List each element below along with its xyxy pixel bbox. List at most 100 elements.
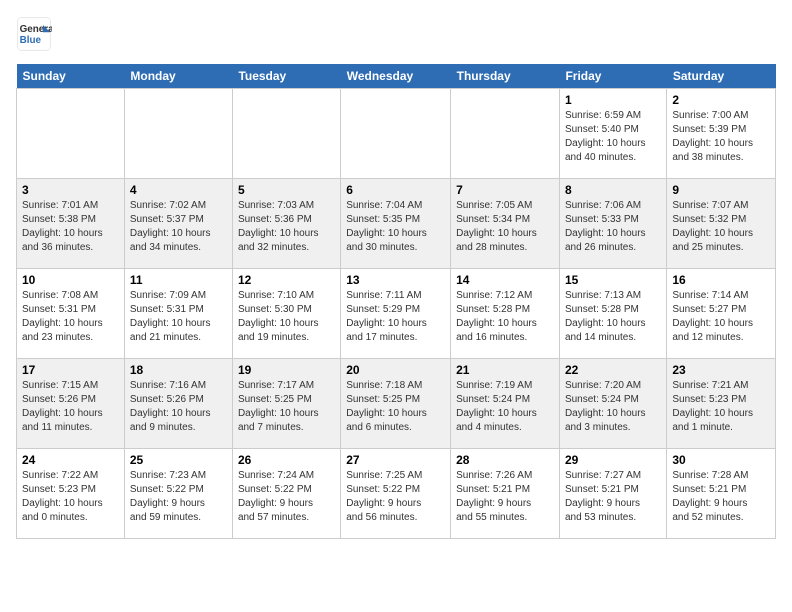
cell-info: Sunrise: 7:20 AM Sunset: 5:24 PM Dayligh… xyxy=(565,379,661,435)
calendar-cell: 23 Sunrise: 7:21 AM Sunset: 5:23 PM Dayli… xyxy=(667,359,776,449)
day-number: 20 xyxy=(346,363,445,377)
calendar-cell: 9 Sunrise: 7:07 AM Sunset: 5:32 PM Daylig… xyxy=(667,179,776,269)
calendar-cell: 27 Sunrise: 7:25 AM Sunset: 5:22 PM Dayli… xyxy=(341,449,451,539)
day-header-wednesday: Wednesday xyxy=(341,64,451,89)
cell-info: Sunrise: 7:04 AM Sunset: 5:35 PM Dayligh… xyxy=(346,199,445,255)
cell-info: Sunrise: 7:23 AM Sunset: 5:22 PM Dayligh… xyxy=(130,469,227,525)
day-number: 21 xyxy=(456,363,554,377)
cell-info: Sunrise: 7:10 AM Sunset: 5:30 PM Dayligh… xyxy=(238,289,335,345)
cell-info: Sunrise: 7:07 AM Sunset: 5:32 PM Dayligh… xyxy=(672,199,770,255)
cell-info: Sunrise: 7:25 AM Sunset: 5:22 PM Dayligh… xyxy=(346,469,445,525)
calendar-cell: 12 Sunrise: 7:10 AM Sunset: 5:30 PM Dayli… xyxy=(232,269,340,359)
cell-info: Sunrise: 7:27 AM Sunset: 5:21 PM Dayligh… xyxy=(565,469,661,525)
day-number: 29 xyxy=(565,453,661,467)
calendar-cell: 13 Sunrise: 7:11 AM Sunset: 5:29 PM Dayli… xyxy=(341,269,451,359)
calendar-cell: 1 Sunrise: 6:59 AM Sunset: 5:40 PM Daylig… xyxy=(559,89,666,179)
calendar-cell: 24 Sunrise: 7:22 AM Sunset: 5:23 PM Dayli… xyxy=(17,449,125,539)
calendar-cell xyxy=(451,89,560,179)
cell-info: Sunrise: 7:01 AM Sunset: 5:38 PM Dayligh… xyxy=(22,199,119,255)
calendar-cell: 14 Sunrise: 7:12 AM Sunset: 5:28 PM Dayli… xyxy=(451,269,560,359)
day-number: 9 xyxy=(672,183,770,197)
calendar-cell xyxy=(124,89,232,179)
cell-info: Sunrise: 7:24 AM Sunset: 5:22 PM Dayligh… xyxy=(238,469,335,525)
day-number: 12 xyxy=(238,273,335,287)
calendar-cell: 29 Sunrise: 7:27 AM Sunset: 5:21 PM Dayli… xyxy=(559,449,666,539)
cell-info: Sunrise: 7:17 AM Sunset: 5:25 PM Dayligh… xyxy=(238,379,335,435)
day-header-tuesday: Tuesday xyxy=(232,64,340,89)
calendar-cell: 16Sunrise: 7:14 AM Sunset: 5:27 PM Dayli… xyxy=(667,269,776,359)
day-number: 1 xyxy=(565,93,661,107)
day-number: 27 xyxy=(346,453,445,467)
day-number: 26 xyxy=(238,453,335,467)
calendar-cell: 19 Sunrise: 7:17 AM Sunset: 5:25 PM Dayli… xyxy=(232,359,340,449)
cell-info: Sunrise: 6:59 AM Sunset: 5:40 PM Dayligh… xyxy=(565,109,661,165)
calendar-cell xyxy=(17,89,125,179)
day-header-friday: Friday xyxy=(559,64,666,89)
day-number: 30 xyxy=(672,453,770,467)
calendar-cell xyxy=(232,89,340,179)
calendar-cell: 20 Sunrise: 7:18 AM Sunset: 5:25 PM Dayli… xyxy=(341,359,451,449)
calendar-cell: 3 Sunrise: 7:01 AM Sunset: 5:38 PM Daylig… xyxy=(17,179,125,269)
cell-info: Sunrise: 7:18 AM Sunset: 5:25 PM Dayligh… xyxy=(346,379,445,435)
calendar-cell: 22Sunrise: 7:20 AM Sunset: 5:24 PM Dayli… xyxy=(559,359,666,449)
day-header-sunday: Sunday xyxy=(17,64,125,89)
day-number: 4 xyxy=(130,183,227,197)
day-number: 11 xyxy=(130,273,227,287)
cell-info: Sunrise: 7:28 AM Sunset: 5:21 PM Dayligh… xyxy=(672,469,770,525)
day-number: 18 xyxy=(130,363,227,377)
day-number: 7 xyxy=(456,183,554,197)
day-number: 15 xyxy=(565,273,661,287)
calendar-cell: 6Sunrise: 7:04 AM Sunset: 5:35 PM Daylig… xyxy=(341,179,451,269)
cell-info: Sunrise: 7:09 AM Sunset: 5:31 PM Dayligh… xyxy=(130,289,227,345)
calendar-cell: 5 Sunrise: 7:03 AM Sunset: 5:36 PM Daylig… xyxy=(232,179,340,269)
day-header-thursday: Thursday xyxy=(451,64,560,89)
cell-info: Sunrise: 7:16 AM Sunset: 5:26 PM Dayligh… xyxy=(130,379,227,435)
cell-info: Sunrise: 7:14 AM Sunset: 5:27 PM Dayligh… xyxy=(672,289,770,345)
page-header: General Blue xyxy=(16,16,776,52)
calendar-cell: 2 Sunrise: 7:00 AM Sunset: 5:39 PM Daylig… xyxy=(667,89,776,179)
cell-info: Sunrise: 7:00 AM Sunset: 5:39 PM Dayligh… xyxy=(672,109,770,165)
day-number: 5 xyxy=(238,183,335,197)
calendar-cell: 7 Sunrise: 7:05 AM Sunset: 5:34 PM Daylig… xyxy=(451,179,560,269)
calendar-cell: 18 Sunrise: 7:16 AM Sunset: 5:26 PM Dayli… xyxy=(124,359,232,449)
day-number: 17 xyxy=(22,363,119,377)
cell-info: Sunrise: 7:21 AM Sunset: 5:23 PM Dayligh… xyxy=(672,379,770,435)
day-number: 19 xyxy=(238,363,335,377)
calendar-cell: 17 Sunrise: 7:15 AM Sunset: 5:26 PM Dayli… xyxy=(17,359,125,449)
cell-info: Sunrise: 7:06 AM Sunset: 5:33 PM Dayligh… xyxy=(565,199,661,255)
cell-info: Sunrise: 7:02 AM Sunset: 5:37 PM Dayligh… xyxy=(130,199,227,255)
cell-info: Sunrise: 7:12 AM Sunset: 5:28 PM Dayligh… xyxy=(456,289,554,345)
cell-info: Sunrise: 7:11 AM Sunset: 5:29 PM Dayligh… xyxy=(346,289,445,345)
logo: General Blue xyxy=(16,16,56,52)
day-number: 28 xyxy=(456,453,554,467)
day-number: 14 xyxy=(456,273,554,287)
calendar-cell: 4 Sunrise: 7:02 AM Sunset: 5:37 PM Daylig… xyxy=(124,179,232,269)
day-number: 3 xyxy=(22,183,119,197)
svg-text:Blue: Blue xyxy=(20,35,42,46)
cell-info: Sunrise: 7:15 AM Sunset: 5:26 PM Dayligh… xyxy=(22,379,119,435)
calendar-cell xyxy=(341,89,451,179)
cell-info: Sunrise: 7:05 AM Sunset: 5:34 PM Dayligh… xyxy=(456,199,554,255)
day-number: 2 xyxy=(672,93,770,107)
calendar-cell: 15 Sunrise: 7:13 AM Sunset: 5:28 PM Dayli… xyxy=(559,269,666,359)
calendar-table: SundayMondayTuesdayWednesdayThursdayFrid… xyxy=(16,64,776,539)
cell-info: Sunrise: 7:22 AM Sunset: 5:23 PM Dayligh… xyxy=(22,469,119,525)
calendar-cell: 25Sunrise: 7:23 AM Sunset: 5:22 PM Dayli… xyxy=(124,449,232,539)
calendar-cell: 30 Sunrise: 7:28 AM Sunset: 5:21 PM Dayli… xyxy=(667,449,776,539)
cell-info: Sunrise: 7:19 AM Sunset: 5:24 PM Dayligh… xyxy=(456,379,554,435)
day-number: 13 xyxy=(346,273,445,287)
day-number: 23 xyxy=(672,363,770,377)
cell-info: Sunrise: 7:26 AM Sunset: 5:21 PM Dayligh… xyxy=(456,469,554,525)
day-number: 8 xyxy=(565,183,661,197)
cell-info: Sunrise: 7:08 AM Sunset: 5:31 PM Dayligh… xyxy=(22,289,119,345)
logo-icon: General Blue xyxy=(16,16,52,52)
day-header-monday: Monday xyxy=(124,64,232,89)
calendar-cell: 21 Sunrise: 7:19 AM Sunset: 5:24 PM Dayli… xyxy=(451,359,560,449)
calendar-cell: 10 Sunrise: 7:08 AM Sunset: 5:31 PM Dayli… xyxy=(17,269,125,359)
cell-info: Sunrise: 7:13 AM Sunset: 5:28 PM Dayligh… xyxy=(565,289,661,345)
day-number: 24 xyxy=(22,453,119,467)
calendar-cell: 26 Sunrise: 7:24 AM Sunset: 5:22 PM Dayli… xyxy=(232,449,340,539)
day-header-saturday: Saturday xyxy=(667,64,776,89)
cell-info: Sunrise: 7:03 AM Sunset: 5:36 PM Dayligh… xyxy=(238,199,335,255)
day-number: 10 xyxy=(22,273,119,287)
